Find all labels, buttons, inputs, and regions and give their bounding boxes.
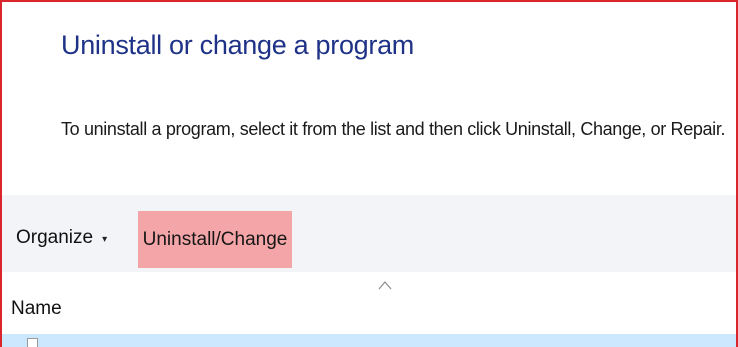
uninstall-change-button[interactable]: Uninstall/Change	[138, 211, 292, 268]
organize-menu-button[interactable]: Organize ▾	[16, 218, 107, 258]
programs-and-features-window: Uninstall or change a program To uninsta…	[0, 0, 738, 347]
dropdown-caret-icon: ▾	[102, 233, 108, 245]
program-list-row-selected[interactable]	[2, 334, 736, 347]
column-header-name[interactable]: Name	[11, 298, 62, 320]
program-icon	[27, 338, 38, 347]
sort-ascending-icon	[378, 281, 392, 290]
program-list-header: Name	[2, 272, 736, 334]
organize-label: Organize	[16, 227, 94, 248]
page-title: Uninstall or change a program	[61, 30, 414, 60]
command-bar: Organize ▾ Uninstall/Change	[2, 195, 736, 272]
uninstall-change-label: Uninstall/Change	[142, 228, 288, 250]
instructions-text: To uninstall a program, select it from t…	[61, 119, 726, 139]
